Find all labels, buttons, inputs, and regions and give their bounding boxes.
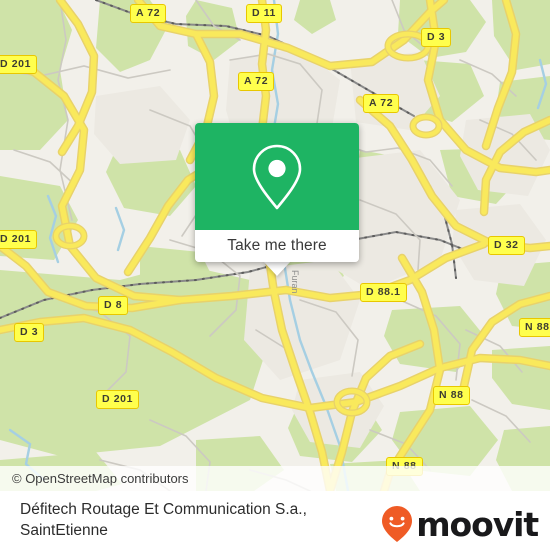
- moovit-wordmark: moovit: [416, 504, 539, 544]
- road-shield: D 88.1: [360, 283, 407, 302]
- road-shield: D 8: [98, 296, 129, 315]
- take-me-there-label: Take me there: [227, 237, 327, 254]
- road-shield: D 3: [421, 28, 452, 47]
- road-shield: A 72: [130, 4, 167, 23]
- road-shield: N 88: [519, 318, 550, 337]
- place-title-line1: Défitech Routage Et Communication S.a.,: [20, 501, 307, 518]
- road-shield: D 201: [0, 230, 38, 249]
- road-shield: D 201: [96, 390, 140, 409]
- map-attribution-bar: © OpenStreetMap contributors: [0, 466, 550, 491]
- road-shield: N 88: [433, 386, 470, 405]
- popup-pointer-tail: [263, 261, 291, 276]
- road-shield: A 72: [238, 72, 275, 91]
- road-shield: D 201: [0, 55, 38, 74]
- moovit-pin-smile-icon: [382, 506, 413, 542]
- openstreetmap-attribution-text: © OpenStreetMap contributors: [12, 471, 189, 486]
- moovit-logo[interactable]: moovit: [380, 504, 539, 544]
- popup-card-header: [195, 123, 359, 230]
- place-title: Défitech Routage Et Communication S.a., …: [20, 499, 420, 541]
- page-footer: Défitech Routage Et Communication S.a., …: [0, 491, 550, 550]
- place-title-line2: SaintEtienne: [20, 522, 108, 539]
- map-screenshot-root: Furan A 72 D 11 D 3 D 201 A 72 A 72 D 201 D 32 D…: [0, 0, 550, 550]
- road-shield: A 72: [363, 94, 400, 113]
- popup-card-footer[interactable]: Take me there: [195, 230, 359, 262]
- road-shield: D 11: [246, 4, 282, 23]
- svg-text:Furan: Furan: [290, 270, 300, 294]
- destination-popup-card[interactable]: Take me there: [195, 123, 359, 262]
- road-shield: D 32: [488, 236, 525, 255]
- map-pin-icon: [252, 144, 302, 209]
- road-shield: D 3: [14, 323, 45, 342]
